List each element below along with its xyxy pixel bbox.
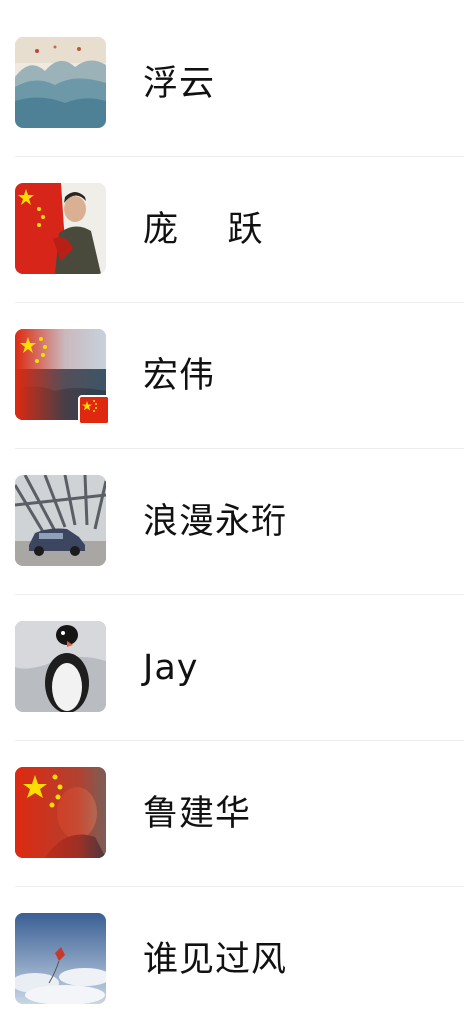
contact-name: 鲁建华 xyxy=(143,794,252,834)
flag-portrait-avatar[interactable] xyxy=(15,767,106,858)
contact-name: 谁见过风 xyxy=(143,940,288,980)
landscape-painting-avatar[interactable] xyxy=(15,37,106,128)
contact-name: 宏伟 xyxy=(143,356,216,396)
suv-car-avatar[interactable] xyxy=(15,475,106,566)
contact-row-6[interactable]: 谁见过风 xyxy=(0,886,464,1032)
contact-name: Jay xyxy=(143,648,199,688)
contact-row-0[interactable]: 浮云 xyxy=(0,10,464,157)
contact-row-2[interactable]: 宏伟 xyxy=(0,302,464,449)
penguin-avatar[interactable] xyxy=(15,621,106,712)
contact-row-3[interactable]: 浪漫永珩 xyxy=(0,448,464,595)
contact-list: 浮云 庞 跃 宏伟 浪漫永珩 Jay 鲁建华 谁见过风 xyxy=(0,0,464,1010)
contact-name: 浮云 xyxy=(143,64,216,104)
kite-sky-avatar[interactable] xyxy=(15,913,106,1004)
contact-name: 浪漫永珩 xyxy=(143,502,288,542)
man-with-flag-avatar[interactable] xyxy=(15,183,106,274)
contact-name: 庞 跃 xyxy=(143,210,264,250)
contact-row-4[interactable]: Jay xyxy=(0,594,464,741)
contact-row-1[interactable]: 庞 跃 xyxy=(0,156,464,303)
china-flag-badge-icon xyxy=(78,395,110,425)
contact-row-5[interactable]: 鲁建华 xyxy=(0,740,464,887)
